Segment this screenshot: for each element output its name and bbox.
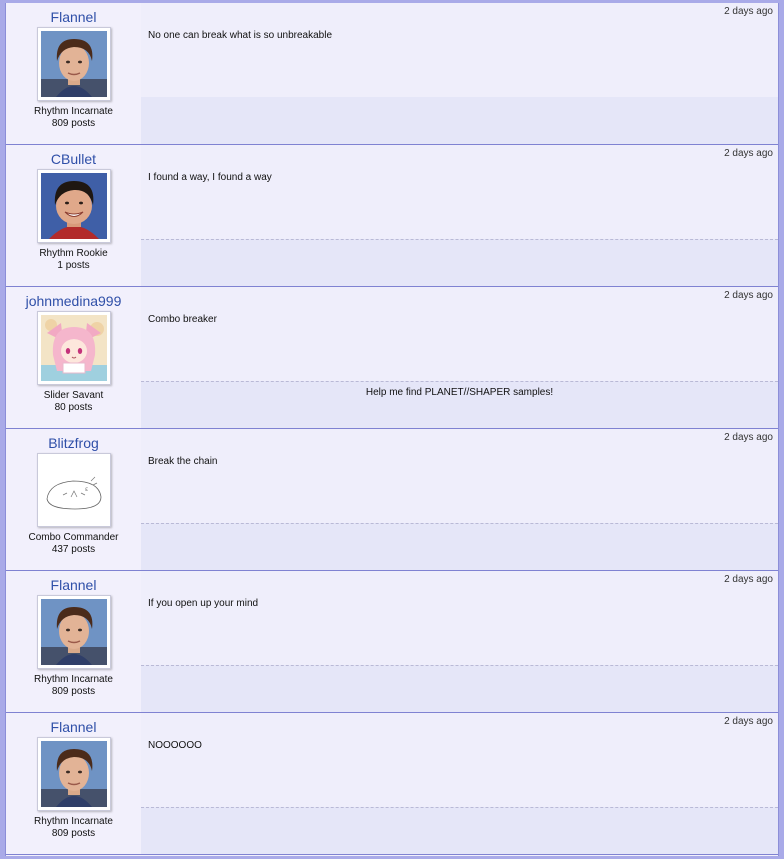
post-body: 2 days ago If you open up your mind <box>141 571 778 665</box>
user-post-count: 437 posts <box>51 544 96 555</box>
avatar[interactable] <box>37 311 111 385</box>
forum-post: CBullet Rhythm Rookie 1 posts 2 days ago <box>6 145 778 287</box>
username-link[interactable]: Flannel <box>6 9 141 25</box>
post-body: 2 days ago NOOOOOO <box>141 713 778 807</box>
signature-text: Help me find PLANET//SHAPER samples! <box>365 387 554 398</box>
user-post-count: 80 posts <box>54 402 93 413</box>
post-content: 2 days ago NOOOOOO <box>141 713 778 854</box>
user-post-count: 809 posts <box>51 118 96 129</box>
username-link[interactable]: CBullet <box>6 151 141 167</box>
post-content: 2 days ago Break the chain <box>141 429 778 570</box>
post-timestamp: 2 days ago <box>724 716 773 727</box>
post-timestamp: 2 days ago <box>724 574 773 585</box>
user-post-count: 809 posts <box>51 686 96 697</box>
user-rank: Rhythm Rookie <box>39 248 108 259</box>
user-rank: Rhythm Incarnate <box>34 106 113 117</box>
avatar[interactable]: ε <box>37 453 111 527</box>
username-link[interactable]: johnmedina999 <box>6 293 141 309</box>
post-signature <box>141 97 778 144</box>
post-signature <box>141 807 778 854</box>
forum-post: Flannel Rhythm Incarnate 809 posts 2 day… <box>6 571 778 713</box>
forum-post: Flannel Rhythm Incarnate 809 posts 2 day… <box>6 3 778 145</box>
post-author-panel: CBullet Rhythm Rookie 1 posts <box>6 145 141 286</box>
username-link[interactable]: Flannel <box>6 577 141 593</box>
avatar[interactable] <box>37 737 111 811</box>
post-message: If you open up your mind <box>148 598 259 609</box>
cbullet-avatar-icon <box>41 173 107 239</box>
flannel-avatar-icon <box>41 31 107 97</box>
post-content: 2 days ago If you open up your mind <box>141 571 778 712</box>
forum-post: Flannel Rhythm Incarnate 809 posts 2 day… <box>6 713 778 855</box>
post-signature <box>141 239 778 286</box>
post-message: I found a way, I found a way <box>148 172 272 183</box>
flannel-avatar-icon <box>41 741 107 807</box>
user-rank: Combo Commander <box>28 532 119 543</box>
user-post-count: 809 posts <box>51 828 96 839</box>
avatar[interactable] <box>37 27 111 101</box>
avatar[interactable] <box>37 595 111 669</box>
post-timestamp: 2 days ago <box>724 290 773 301</box>
post-message: No one can break what is so unbreakable <box>148 30 333 41</box>
post-author-panel: Blitzfrog ε Combo Commander 437 posts <box>6 429 141 570</box>
sketch-avatar-icon: ε <box>41 457 107 523</box>
post-signature <box>141 665 778 712</box>
post-signature: Help me find PLANET//SHAPER samples! <box>141 381 778 428</box>
user-rank: Rhythm Incarnate <box>34 674 113 685</box>
user-rank: Slider Savant <box>43 390 104 401</box>
post-timestamp: 2 days ago <box>724 432 773 443</box>
post-timestamp: 2 days ago <box>724 148 773 159</box>
username-link[interactable]: Flannel <box>6 719 141 735</box>
username-link[interactable]: Blitzfrog <box>6 435 141 451</box>
flannel-avatar-icon <box>41 599 107 665</box>
post-body: 2 days ago Break the chain <box>141 429 778 523</box>
forum-post: johnmedina999 Slider Savant 80 posts 2 d… <box>6 287 778 429</box>
svg-text:ε: ε <box>85 486 88 493</box>
post-author-panel: Flannel Rhythm Incarnate 809 posts <box>6 713 141 854</box>
post-message: Break the chain <box>148 456 218 467</box>
post-body: 2 days ago Combo breaker <box>141 287 778 381</box>
post-signature <box>141 523 778 570</box>
post-author-panel: Flannel Rhythm Incarnate 809 posts <box>6 3 141 144</box>
user-rank: Rhythm Incarnate <box>34 816 113 827</box>
post-author-panel: Flannel Rhythm Incarnate 809 posts <box>6 571 141 712</box>
anime-girl-avatar-icon <box>41 315 107 381</box>
post-body: 2 days ago No one can break what is so u… <box>141 3 778 97</box>
forum-thread: Flannel Rhythm Incarnate 809 posts 2 day… <box>5 3 779 856</box>
post-timestamp: 2 days ago <box>724 6 773 17</box>
forum-post: Blitzfrog ε Combo Commander 437 posts 2 … <box>6 429 778 571</box>
avatar[interactable] <box>37 169 111 243</box>
post-message: Combo breaker <box>148 314 217 325</box>
post-content: 2 days ago No one can break what is so u… <box>141 3 778 144</box>
post-author-panel: johnmedina999 Slider Savant 80 posts <box>6 287 141 428</box>
post-content: 2 days ago Combo breaker Help me find PL… <box>141 287 778 428</box>
user-post-count: 1 posts <box>57 260 90 271</box>
post-content: 2 days ago I found a way, I found a way <box>141 145 778 286</box>
post-body: 2 days ago I found a way, I found a way <box>141 145 778 239</box>
post-message: NOOOOOO <box>148 740 202 751</box>
